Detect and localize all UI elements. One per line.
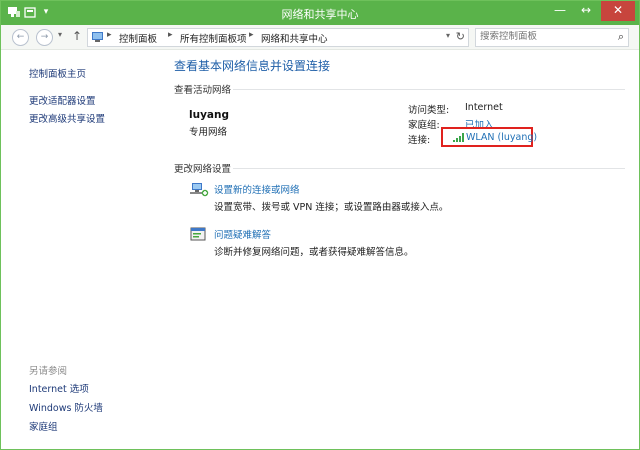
see-also-windows-firewall[interactable]: Windows 防火墙: [29, 400, 103, 414]
window: ▾ 网络和共享中心 — ↔ ✕ ← → ▾ ↑ ▸ 控制面板 ▸ 所有控制面板项…: [0, 0, 640, 450]
sidebar-item-control-panel-home[interactable]: 控制面板主页: [29, 66, 86, 80]
active-networks-section-title: 查看活动网络: [174, 85, 232, 96]
section-divider: [233, 89, 625, 90]
see-also-title: 另请参阅: [29, 366, 68, 377]
search-input[interactable]: [480, 31, 605, 42]
change-settings-section-title: 更改网络设置: [174, 164, 232, 175]
troubleshoot-desc: 诊断并修复网络问题，或者获得疑难解答信息。: [214, 247, 414, 258]
search-icon[interactable]: ⌕: [618, 30, 624, 44]
setup-new-connection-link[interactable]: 设置新的连接或网络: [214, 182, 300, 196]
network-name: luyang: [189, 109, 229, 121]
refresh-icon[interactable]: ↻: [456, 30, 465, 43]
minimize-button[interactable]: —: [547, 1, 573, 21]
access-type-value: Internet: [465, 102, 503, 113]
breadcrumb-separator: ▸: [107, 30, 112, 40]
see-also-internet-options[interactable]: Internet 选项: [29, 381, 89, 395]
troubleshoot-link[interactable]: 问题疑难解答: [214, 227, 271, 241]
address-dropdown-icon[interactable]: ▾: [446, 31, 450, 40]
up-button[interactable]: ↑: [72, 29, 82, 43]
search-box[interactable]: ⌕: [475, 28, 629, 47]
network-type: 专用网络: [189, 127, 228, 138]
breadcrumb-network-center[interactable]: 网络和共享中心: [261, 31, 328, 45]
connection-label: 连接:: [408, 135, 431, 146]
breadcrumb-all-items[interactable]: 所有控制面板项: [180, 31, 247, 45]
forward-button[interactable]: →: [36, 29, 53, 46]
access-type-label: 访问类型:: [408, 105, 450, 116]
setup-new-connection-desc: 设置宽带、拨号或 VPN 连接；或设置路由器或接入点。: [214, 202, 449, 213]
breadcrumb-control-panel[interactable]: 控制面板: [119, 31, 157, 45]
sidebar-item-adapter-settings[interactable]: 更改适配器设置: [29, 93, 96, 107]
maximize-button[interactable]: ↔: [573, 1, 599, 21]
address-row: ← → ▾ ↑ ▸ 控制面板 ▸ 所有控制面板项 ▸ 网络和共享中心 ▾ ↻ ⌕: [1, 25, 639, 50]
section-divider: [233, 168, 625, 169]
troubleshoot-icon: [190, 227, 206, 241]
close-button[interactable]: ✕: [601, 1, 635, 21]
new-connection-icon: [190, 183, 209, 197]
control-panel-icon: [92, 32, 103, 42]
breadcrumb-separator[interactable]: ▸: [168, 30, 173, 40]
back-button[interactable]: ←: [12, 29, 29, 46]
breadcrumb-separator[interactable]: ▸: [249, 30, 254, 40]
address-bar[interactable]: ▸ 控制面板 ▸ 所有控制面板项 ▸ 网络和共享中心 ▾ ↻: [87, 28, 469, 47]
recent-locations-dropdown-icon[interactable]: ▾: [58, 30, 62, 39]
sidebar-item-advanced-sharing[interactable]: 更改高级共享设置: [29, 111, 105, 125]
homegroup-label: 家庭组:: [408, 120, 440, 131]
title-bar: ▾ 网络和共享中心 — ↔ ✕: [1, 1, 639, 25]
wlan-connection-link[interactable]: WLAN (luyang): [466, 132, 537, 143]
wifi-signal-icon: [453, 133, 464, 142]
see-also-homegroup[interactable]: 家庭组: [29, 419, 58, 433]
page-title: 查看基本网络信息并设置连接: [174, 59, 331, 73]
window-title: 网络和共享中心: [281, 8, 359, 21]
